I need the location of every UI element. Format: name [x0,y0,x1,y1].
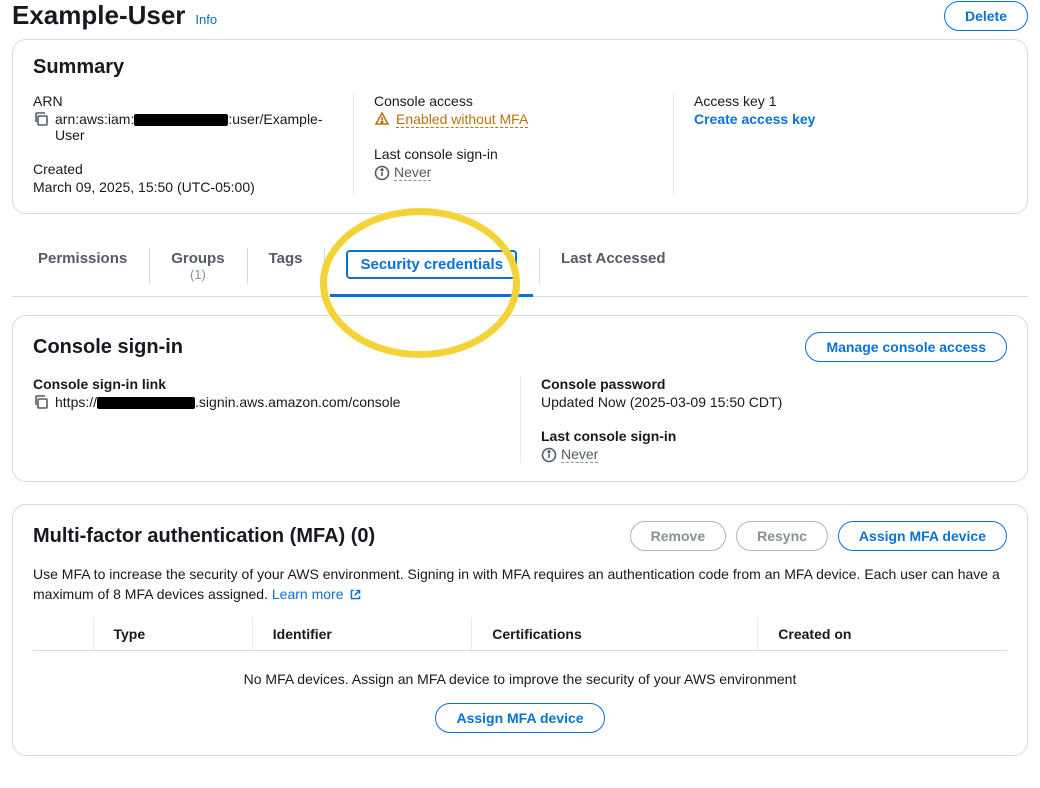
warning-icon [374,111,390,127]
console-password-value: Updated Now (2025-03-09 15:50 CDT) [541,394,1007,410]
last-signin-label: Last console sign-in [374,146,653,162]
col-identifier: Identifier [252,618,472,651]
created-label: Created [33,161,333,177]
mfa-panel: Multi-factor authentication (MFA) (0) Re… [12,504,1028,756]
col-certifications: Certifications [472,618,758,651]
console-access-value[interactable]: Enabled without MFA [396,111,528,128]
signin-last-value: Never [561,446,598,463]
tab-tags[interactable]: Tags [247,236,325,296]
info-link[interactable]: Info [195,12,217,27]
external-link-icon [349,588,362,601]
col-type: Type [93,618,252,651]
tab-groups-count: (1) [171,267,224,282]
created-value: March 09, 2025, 15:50 (UTC-05:00) [33,179,333,195]
info-icon[interactable] [374,165,390,181]
create-access-key-link[interactable]: Create access key [694,111,815,127]
console-signin-heading: Console sign-in [33,336,183,359]
last-signin-value: Never [394,164,431,181]
arn-value: arn:aws:iam::user/Example-User [55,111,333,143]
col-checkbox [33,618,93,651]
col-created-on: Created on [758,618,1007,651]
signin-link-label: Console sign-in link [33,376,500,392]
tabs: Permissions Groups (1) Tags Security cre… [12,236,1028,297]
learn-more-link[interactable]: Learn more [272,586,362,602]
mfa-table: Type Identifier Certifications Created o… [33,618,1007,737]
summary-heading: Summary [33,56,1007,79]
signin-last-label: Last console sign-in [541,428,1007,444]
tab-last-accessed[interactable]: Last Accessed [539,236,688,296]
console-signin-panel: Console sign-in Manage console access Co… [12,315,1028,482]
mfa-empty-text: No MFA devices. Assign an MFA device to … [33,651,1007,696]
arn-label: ARN [33,93,333,109]
summary-panel: Summary ARN arn:aws:iam::user/Example-Us… [12,39,1028,214]
mfa-remove-button[interactable]: Remove [630,521,726,551]
page-title: Example-User [12,0,185,31]
tab-security-credentials[interactable]: Security credentials [324,236,539,296]
manage-console-access-button[interactable]: Manage console access [805,332,1007,362]
tab-groups[interactable]: Groups (1) [149,236,246,296]
signin-link-value: https://.signin.aws.amazon.com/console [55,394,400,410]
tab-security-label: Security credentials [346,250,517,279]
tab-groups-label: Groups [171,250,224,267]
copy-icon[interactable] [33,111,49,127]
console-password-label: Console password [541,376,1007,392]
info-icon[interactable] [541,447,557,463]
delete-button[interactable]: Delete [944,1,1028,31]
mfa-resync-button[interactable]: Resync [736,521,828,551]
access-key-label: Access key 1 [694,93,987,109]
mfa-assign-empty-button[interactable]: Assign MFA device [435,703,604,733]
console-access-label: Console access [374,93,653,109]
tab-permissions[interactable]: Permissions [16,236,149,296]
mfa-assign-button[interactable]: Assign MFA device [838,521,1007,551]
mfa-heading: Multi-factor authentication (MFA) (0) [33,525,375,548]
mfa-description: Use MFA to increase the security of your… [33,565,1007,604]
copy-icon[interactable] [33,394,49,410]
